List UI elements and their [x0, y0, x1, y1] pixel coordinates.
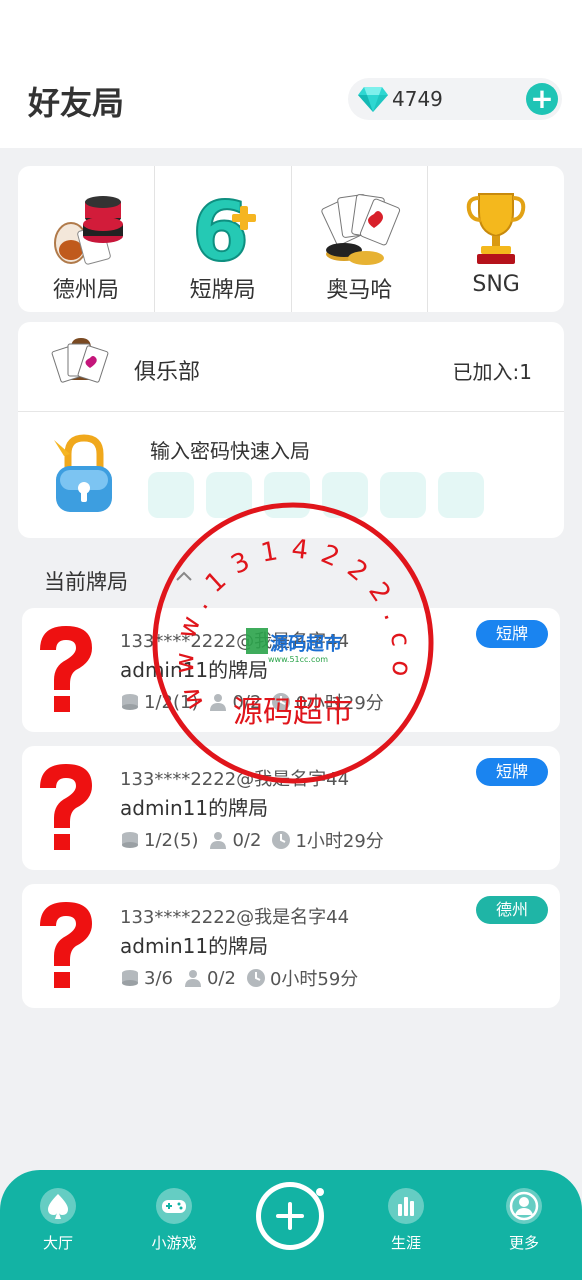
tab-more[interactable]: 更多	[484, 1186, 564, 1253]
room-name: admin11的牌局	[120, 796, 269, 820]
club-entry[interactable]: 俱乐部 已加入:1	[18, 322, 564, 412]
gem-count: 4749	[392, 87, 443, 111]
game-type-label: 短牌局	[189, 278, 256, 303]
room-blinds: 3/6	[144, 967, 173, 989]
room-name: admin11的牌局	[120, 934, 269, 958]
room-time: 0小时29分	[295, 693, 384, 714]
game-type-texas[interactable]: 德州局	[18, 166, 155, 312]
gamepad-icon	[156, 1188, 192, 1224]
trophy-icon	[466, 193, 526, 264]
six-plus-icon: 6	[191, 188, 256, 268]
chips-icon	[122, 694, 138, 710]
club-card: 俱乐部 已加入:1 输入密码快速入局	[18, 322, 564, 538]
add-gems-button[interactable]: +	[526, 83, 558, 115]
current-games-title: 当前牌局	[44, 570, 128, 594]
room-card[interactable]: 133****2222@我是名字44 admin11的牌局 1/2(5) 0/2…	[22, 746, 560, 870]
room-card[interactable]: 133****2222@我是名字44 admin11的牌局 1/2(1) 0/2…	[22, 608, 560, 732]
room-type-badge: 德州	[476, 896, 548, 924]
game-type-label: 德州局	[52, 278, 119, 303]
club-cards-icon	[51, 338, 109, 383]
room-time: 0小时59分	[269, 969, 359, 990]
password-slot[interactable]	[438, 472, 484, 518]
room-stats: 3/6 0/2 0小时59分	[120, 965, 368, 991]
diamond-icon	[358, 87, 388, 112]
tab-career[interactable]: 生涯	[366, 1186, 446, 1253]
chevron-up-icon[interactable]	[174, 566, 194, 586]
lock-icon	[54, 434, 112, 512]
game-type-sng[interactable]: SNG	[428, 166, 564, 312]
room-players: 0/2	[206, 967, 236, 989]
clock-icon	[272, 831, 291, 849]
spade-icon	[40, 1188, 76, 1224]
person-icon	[210, 832, 227, 849]
room-players: 0/2	[232, 829, 262, 851]
tab-lobby[interactable]: 大厅	[18, 1186, 98, 1253]
bar-chart-icon	[388, 1188, 424, 1224]
room-type-badge: 短牌	[476, 620, 548, 648]
room-time: 1小时29分	[295, 831, 384, 852]
club-label: 俱乐部	[134, 360, 201, 385]
game-type-label: SNG	[472, 272, 520, 297]
question-mark-avatar	[40, 764, 92, 850]
notification-dot	[316, 1188, 324, 1196]
room-name: admin11的牌局	[120, 658, 269, 682]
clock-icon	[246, 969, 265, 987]
room-owner: 133****2222@我是名字44	[120, 631, 350, 652]
tab-minigames[interactable]: 小游戏	[134, 1186, 214, 1253]
game-type-short[interactable]: 6 短牌局	[155, 166, 292, 312]
game-type-grid: 德州局 6 短牌局 奥马哈 SNG	[18, 166, 564, 312]
game-type-label: 奥马哈	[326, 278, 393, 303]
password-slot[interactable]	[322, 472, 368, 518]
poker-chips-icon	[53, 196, 123, 265]
question-mark-avatar	[40, 626, 92, 712]
password-slot[interactable]	[380, 472, 426, 518]
club-joined-count: 已加入:1	[452, 360, 532, 384]
room-players: 0/2	[232, 691, 262, 713]
question-mark-avatar	[40, 902, 92, 988]
password-slot[interactable]	[148, 472, 194, 518]
room-stats: 1/2(1) 0/2 0小时29分	[120, 689, 394, 715]
tab-label: 更多	[508, 1234, 539, 1252]
header: 好友局 4749 +	[0, 0, 582, 148]
game-type-omaha[interactable]: 奥马哈	[292, 166, 429, 312]
room-owner: 133****2222@我是名字44	[120, 907, 350, 928]
gem-balance[interactable]: 4749 +	[348, 78, 562, 120]
chips-icon	[122, 832, 138, 848]
room-owner: 133****2222@我是名字44	[120, 769, 350, 790]
page-title: 好友局	[28, 84, 125, 122]
room-blinds: 1/2(5)	[144, 829, 199, 851]
password-slot[interactable]	[264, 472, 310, 518]
chips-icon	[122, 970, 138, 986]
tab-label: 大厅	[42, 1234, 73, 1252]
create-game-button[interactable]	[256, 1182, 324, 1250]
password-slot[interactable]	[206, 472, 252, 518]
room-card[interactable]: 133****2222@我是名字44 admin11的牌局 3/6 0/2 0小…	[22, 884, 560, 1008]
room-type-badge: 短牌	[476, 758, 548, 786]
tab-label: 小游戏	[151, 1234, 197, 1252]
password-label: 输入密码快速入局	[150, 439, 310, 463]
room-stats: 1/2(5) 0/2 1小时29分	[120, 827, 394, 853]
user-icon	[506, 1188, 542, 1224]
person-icon	[184, 970, 201, 987]
person-icon	[210, 694, 227, 711]
plus-icon	[276, 1202, 304, 1230]
tab-label: 生涯	[390, 1234, 421, 1252]
playing-cards-icon	[321, 194, 401, 265]
room-blinds: 1/2(1)	[144, 691, 199, 713]
clock-icon	[272, 693, 291, 711]
